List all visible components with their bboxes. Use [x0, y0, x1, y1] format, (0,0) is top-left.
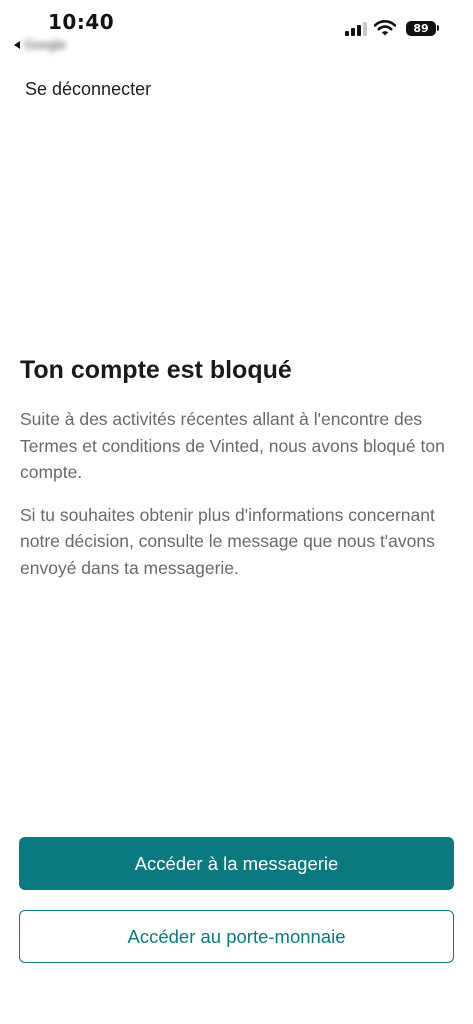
- go-to-inbox-button[interactable]: Accéder à la messagerie: [19, 837, 454, 890]
- logout-link[interactable]: Se déconnecter: [25, 79, 151, 100]
- signal-icon: [345, 22, 367, 36]
- battery-icon: 89: [406, 21, 436, 36]
- info-text: Si tu souhaites obtenir plus d'informati…: [20, 504, 435, 578]
- battery-cap: [437, 25, 439, 31]
- page-title: Ton compte est bloqué: [20, 356, 292, 384]
- status-bar: 10:40 Google 89: [0, 0, 473, 60]
- explanation-text: Suite à des activités récentes allant à …: [20, 409, 445, 482]
- blocked-account-message: Ton compte est bloqué Suite à des activi…: [20, 354, 456, 597]
- wifi-icon: [374, 20, 396, 36]
- go-to-wallet-button[interactable]: Accéder au porte-monnaie: [19, 910, 454, 963]
- status-time: 10:40: [48, 10, 115, 34]
- back-to-app-link[interactable]: Google: [14, 37, 66, 52]
- back-app-label: Google: [24, 37, 66, 52]
- back-arrow-icon: [14, 40, 20, 49]
